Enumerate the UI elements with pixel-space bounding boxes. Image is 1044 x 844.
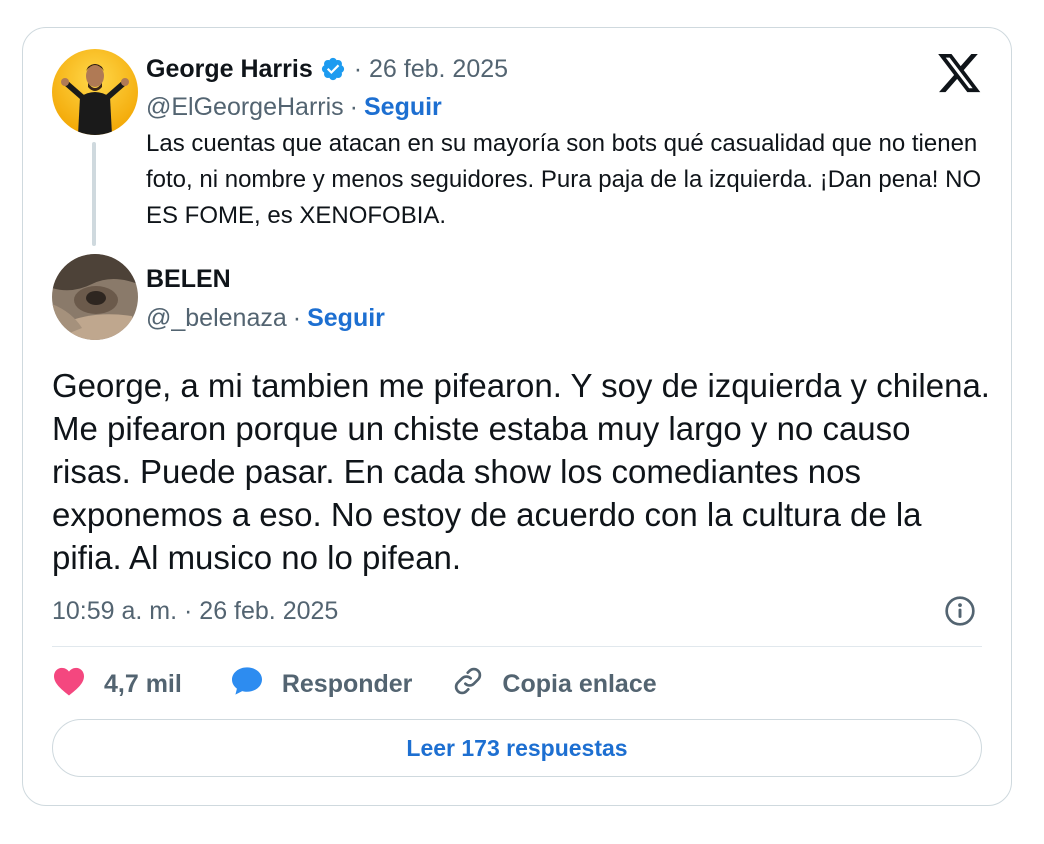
main-author-name[interactable]: BELEN: [146, 265, 231, 294]
verified-badge-icon: [320, 56, 346, 82]
quoted-author-handle[interactable]: @ElGeorgeHarris: [146, 93, 344, 122]
tweet-actions-bar: 4,7 mil Responder Copia enlace: [52, 664, 657, 704]
quoted-tweet-date[interactable]: · 26 feb. 2025: [354, 55, 508, 84]
copy-link-button[interactable]: Copia enlace: [452, 665, 657, 704]
heart-icon: [52, 666, 86, 703]
speech-bubble-icon: [230, 666, 264, 703]
reply-label: Responder: [281, 669, 413, 698]
main-author-handle[interactable]: @_belenaza: [146, 304, 287, 333]
handle-separator: ·: [292, 303, 302, 332]
x-logo-icon[interactable]: [938, 54, 982, 99]
george-harris-avatar[interactable]: [52, 49, 138, 135]
main-tweet-text: George, a mi tambien me pifearon. Y soy …: [52, 367, 990, 576]
main-handle-row: @_belenaza · Seguir: [146, 301, 385, 335]
thread-connector-line: [92, 142, 96, 246]
link-icon: [452, 665, 484, 704]
reply-button[interactable]: Responder: [230, 666, 413, 703]
read-replies-button[interactable]: Leer 173 respuestas: [52, 719, 982, 777]
info-icon[interactable]: [944, 595, 976, 632]
quoted-handle-row: @ElGeorgeHarris · Seguir: [146, 90, 442, 124]
follow-george-button[interactable]: Seguir: [364, 93, 442, 122]
quoted-author-row: George Harris · 26 feb. 2025: [146, 52, 508, 86]
quoted-author-name[interactable]: George Harris: [146, 55, 313, 84]
like-button[interactable]: 4,7 mil: [52, 666, 182, 703]
handle-separator: ·: [349, 92, 358, 121]
belen-avatar[interactable]: [52, 254, 138, 340]
copy-link-label: Copia enlace: [502, 669, 657, 698]
main-author-row: BELEN: [146, 262, 231, 296]
main-tweet-timestamp[interactable]: 10:59 a. m. · 26 feb. 2025: [52, 594, 338, 628]
like-count: 4,7 mil: [104, 669, 182, 698]
quoted-tweet-text: Las cuentas que atacan en su mayoría son…: [146, 130, 982, 229]
follow-belen-button[interactable]: Seguir: [307, 304, 385, 333]
actions-divider: [52, 646, 982, 647]
